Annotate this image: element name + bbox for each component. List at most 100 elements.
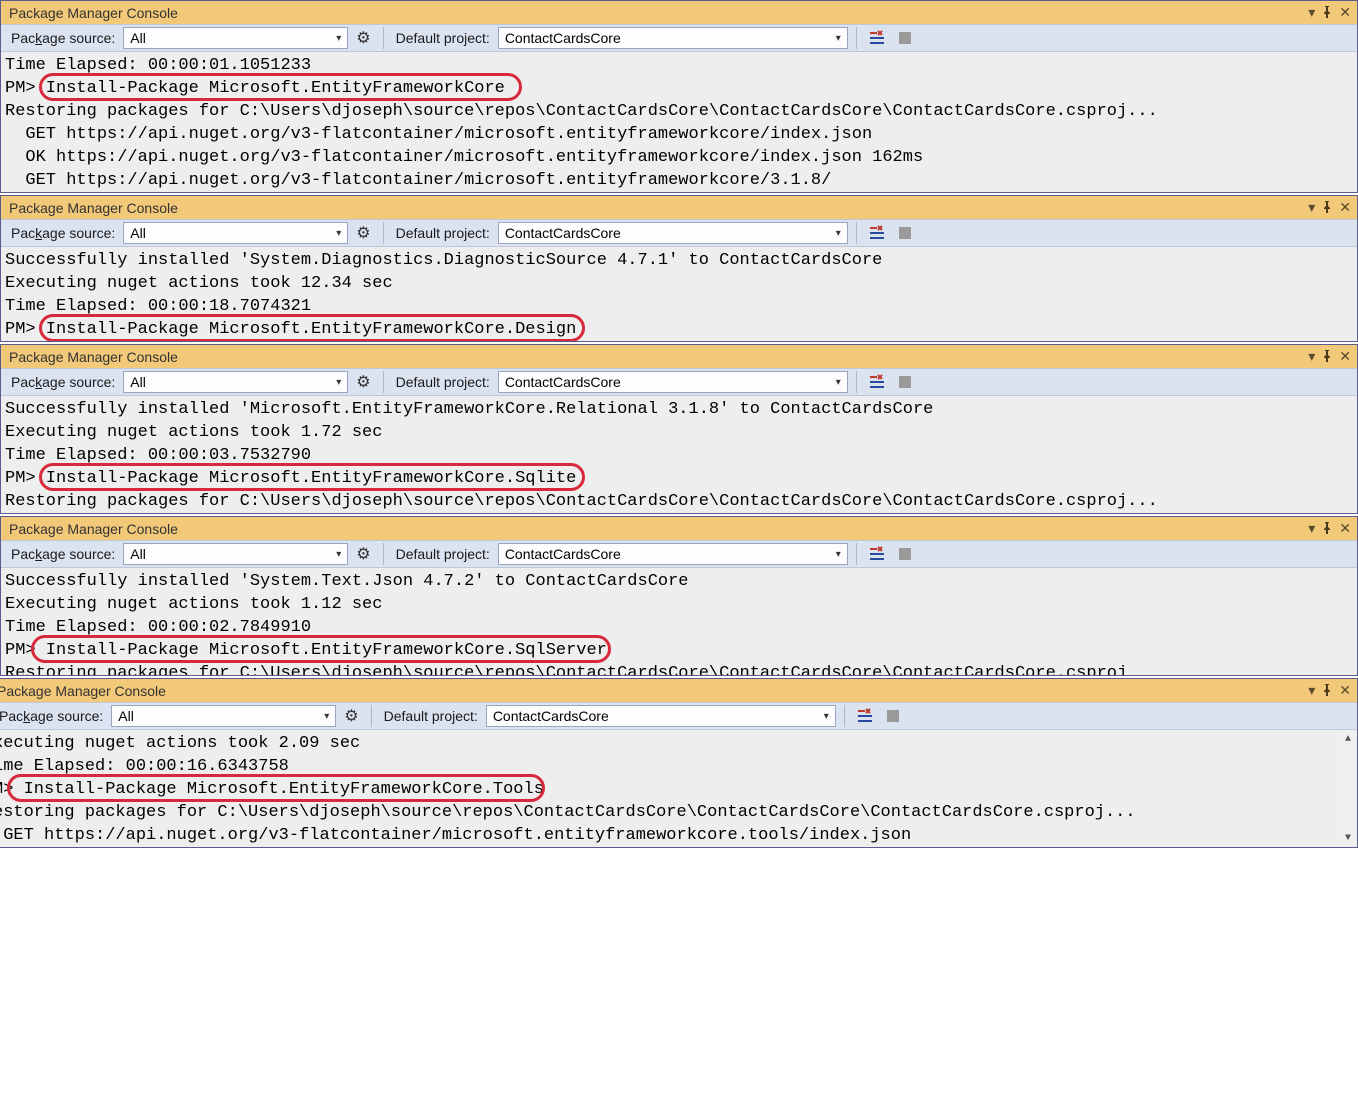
- separator: [371, 705, 372, 727]
- console-line: Successfully installed 'Microsoft.Entity…: [5, 398, 1355, 421]
- separator: [383, 27, 384, 49]
- close-icon[interactable]: ✕: [1339, 4, 1351, 21]
- separator: [856, 371, 857, 393]
- console-line: GET https://api.nuget.org/v3-flatcontain…: [0, 824, 1355, 847]
- gear-icon[interactable]: ⚙: [352, 372, 374, 392]
- console-line: estoring packages for C:\Users\djoseph\s…: [0, 801, 1355, 824]
- default-project-label: Default project:: [392, 372, 494, 392]
- clear-console-icon[interactable]: [865, 225, 891, 241]
- console-line: PM> Install-Package Microsoft.EntityFram…: [5, 77, 1355, 100]
- package-source-label: Package source:: [7, 28, 119, 48]
- close-icon[interactable]: ✕: [1339, 199, 1351, 216]
- console-line: PM> Install-Package Microsoft.EntityFram…: [5, 639, 1355, 662]
- separator: [856, 222, 857, 244]
- chevron-down-icon: ▾: [336, 228, 341, 239]
- gear-icon[interactable]: ⚙: [340, 706, 362, 726]
- scroll-up-icon[interactable]: ▲: [1339, 730, 1357, 748]
- default-project-dropdown[interactable]: ContactCardsCore▾: [498, 222, 848, 244]
- separator: [844, 705, 845, 727]
- console-output[interactable]: xecuting nuget actions took 2.09 secime …: [0, 730, 1357, 847]
- separator: [383, 222, 384, 244]
- chevron-down-icon: ▾: [836, 228, 841, 239]
- pin-icon[interactable]: [1321, 200, 1333, 216]
- console-line: Time Elapsed: 00:00:02.7849910: [5, 616, 1355, 639]
- pin-icon[interactable]: [1321, 683, 1333, 699]
- console-output[interactable]: Time Elapsed: 00:00:01.1051233PM> Instal…: [1, 52, 1357, 192]
- package-source-label: Package source:: [7, 372, 119, 392]
- clear-console-icon[interactable]: [865, 30, 891, 46]
- default-project-label: Default project:: [380, 706, 482, 726]
- default-project-label: Default project:: [392, 223, 494, 243]
- clear-console-icon[interactable]: [853, 708, 879, 724]
- console-line: Executing nuget actions took 12.34 sec: [5, 272, 1355, 295]
- package-source-label: Package source:: [7, 544, 119, 564]
- console-line: GET https://api.nuget.org/v3-flatcontain…: [5, 169, 1355, 192]
- clear-console-icon[interactable]: [865, 546, 891, 562]
- stop-icon[interactable]: [899, 548, 911, 560]
- console-line: Restoring packages for C:\Users\djoseph\…: [5, 662, 1355, 675]
- chevron-down-icon: ▾: [324, 711, 329, 722]
- console-output[interactable]: Successfully installed 'System.Diagnosti…: [1, 247, 1357, 341]
- package-source-dropdown[interactable]: All▾: [123, 222, 348, 244]
- stop-icon[interactable]: [887, 710, 899, 722]
- window-title: Package Manager Console: [9, 200, 178, 216]
- window-title: Package Manager Console: [9, 5, 178, 21]
- default-project-label: Default project:: [392, 28, 494, 48]
- chevron-down-icon: ▾: [836, 33, 841, 44]
- console-line: Time Elapsed: 00:00:01.1051233: [5, 54, 1355, 77]
- separator: [856, 543, 857, 565]
- gear-icon[interactable]: ⚙: [352, 223, 374, 243]
- console-output[interactable]: Successfully installed 'System.Text.Json…: [1, 568, 1357, 675]
- console-line: Executing nuget actions took 1.72 sec: [5, 421, 1355, 444]
- window-position-dropdown-icon[interactable]: ▾: [1308, 348, 1315, 365]
- console-line: ime Elapsed: 00:00:16.6343758: [0, 755, 1355, 778]
- pin-icon[interactable]: [1321, 5, 1333, 21]
- package-source-dropdown[interactable]: All▾: [123, 371, 348, 393]
- package-source-dropdown[interactable]: All▾: [123, 543, 348, 565]
- default-project-dropdown[interactable]: ContactCardsCore▾: [498, 371, 848, 393]
- window-title: Package Manager Console: [9, 521, 178, 537]
- window-title: Package Manager Console: [9, 349, 178, 365]
- chevron-down-icon: ▾: [824, 711, 829, 722]
- console-line: Successfully installed 'System.Diagnosti…: [5, 249, 1355, 272]
- default-project-dropdown[interactable]: ContactCardsCore▾: [498, 543, 848, 565]
- pin-icon[interactable]: [1321, 349, 1333, 365]
- console-line: Time Elapsed: 00:00:18.7074321: [5, 295, 1355, 318]
- console-output[interactable]: Successfully installed 'Microsoft.Entity…: [1, 396, 1357, 513]
- chevron-down-icon: ▾: [336, 33, 341, 44]
- window-position-dropdown-icon[interactable]: ▾: [1308, 199, 1315, 216]
- chevron-down-icon: ▾: [836, 549, 841, 560]
- window-position-dropdown-icon[interactable]: ▾: [1308, 4, 1315, 21]
- package-source-dropdown[interactable]: All▾: [111, 705, 336, 727]
- console-line: Time Elapsed: 00:00:03.7532790: [5, 444, 1355, 467]
- clear-console-icon[interactable]: [865, 374, 891, 390]
- stop-icon[interactable]: [899, 32, 911, 44]
- window-position-dropdown-icon[interactable]: ▾: [1308, 682, 1315, 699]
- close-icon[interactable]: ✕: [1339, 520, 1351, 537]
- stop-icon[interactable]: [899, 227, 911, 239]
- console-line: PM> Install-Package Microsoft.EntityFram…: [5, 318, 1355, 341]
- scrollbar[interactable]: ▲▼: [1339, 730, 1357, 847]
- window-position-dropdown-icon[interactable]: ▾: [1308, 520, 1315, 537]
- console-line: Executing nuget actions took 1.12 sec: [5, 593, 1355, 616]
- console-line: xecuting nuget actions took 2.09 sec: [0, 732, 1355, 755]
- pin-icon[interactable]: [1321, 521, 1333, 537]
- console-line: Restoring packages for C:\Users\djoseph\…: [5, 490, 1355, 513]
- stop-icon[interactable]: [899, 376, 911, 388]
- close-icon[interactable]: ✕: [1339, 682, 1351, 699]
- package-source-label: Package source:: [0, 706, 107, 726]
- separator: [383, 543, 384, 565]
- close-icon[interactable]: ✕: [1339, 348, 1351, 365]
- gear-icon[interactable]: ⚙: [352, 544, 374, 564]
- console-line: M> Install-Package Microsoft.EntityFrame…: [0, 778, 1355, 801]
- package-source-dropdown[interactable]: All▾: [123, 27, 348, 49]
- window-title: Package Manager Console: [0, 683, 166, 699]
- chevron-down-icon: ▾: [336, 549, 341, 560]
- scroll-down-icon[interactable]: ▼: [1339, 829, 1357, 847]
- gear-icon[interactable]: ⚙: [352, 28, 374, 48]
- console-line: Successfully installed 'System.Text.Json…: [5, 570, 1355, 593]
- console-line: OK https://api.nuget.org/v3-flatcontaine…: [5, 146, 1355, 169]
- chevron-down-icon: ▾: [836, 377, 841, 388]
- default-project-dropdown[interactable]: ContactCardsCore▾: [498, 27, 848, 49]
- default-project-dropdown[interactable]: ContactCardsCore▾: [486, 705, 836, 727]
